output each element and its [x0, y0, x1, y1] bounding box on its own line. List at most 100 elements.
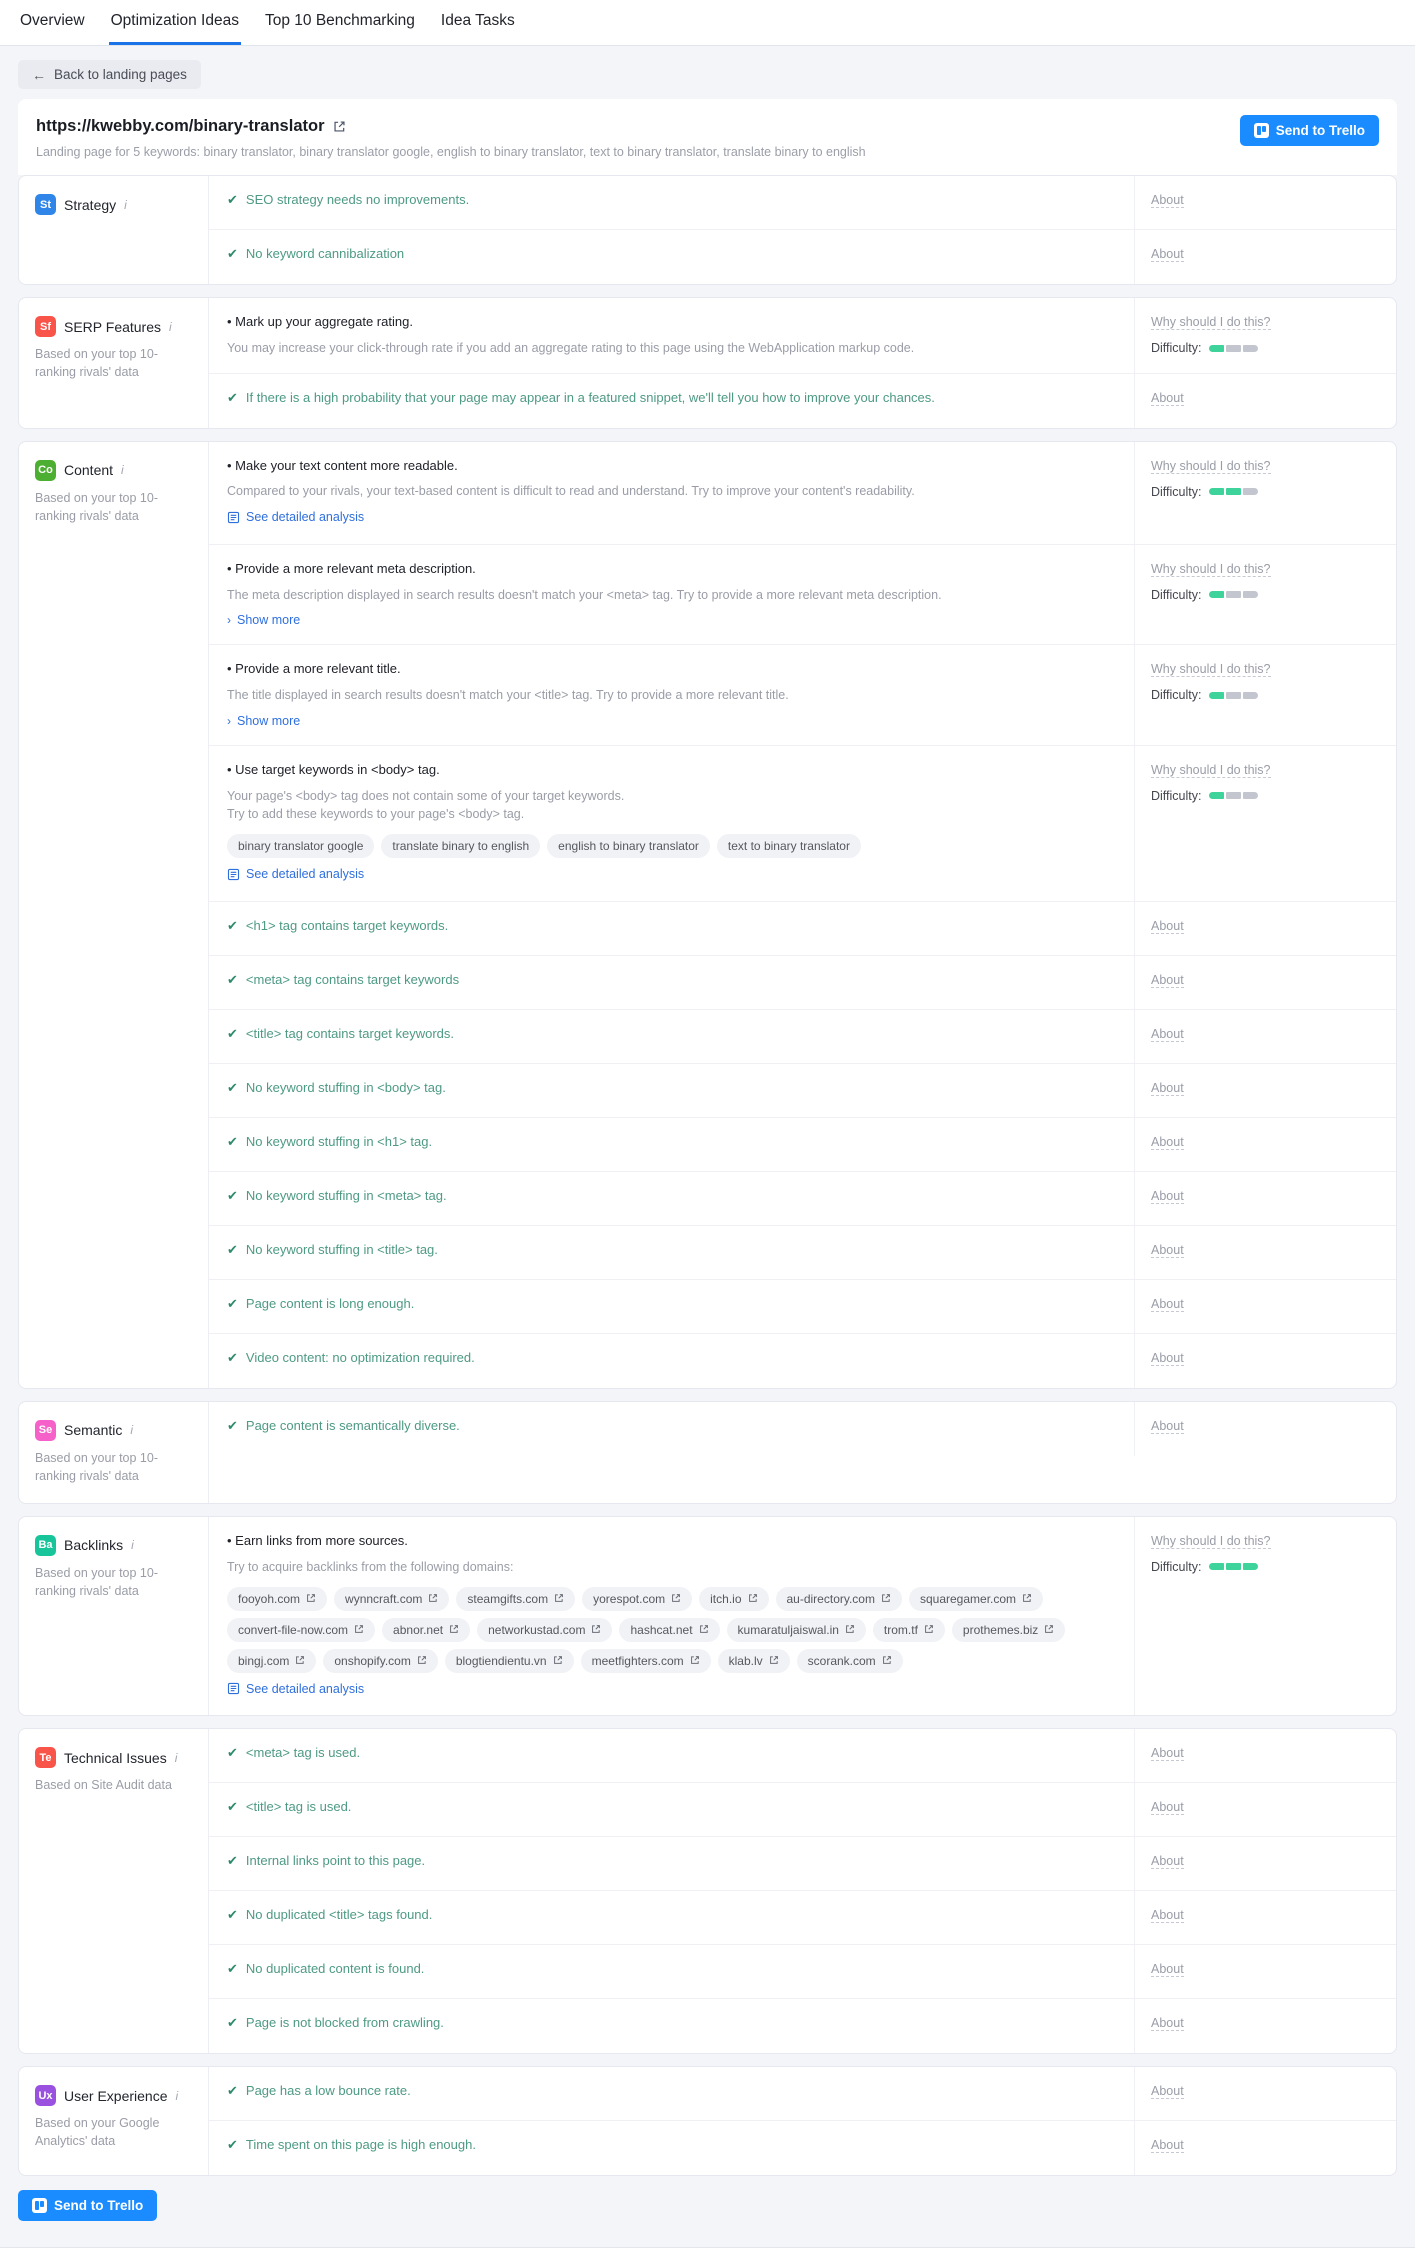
why-should-i-do-this-link[interactable]: Why should I do this?	[1151, 1534, 1271, 1549]
backlink-domain-tag[interactable]: prothemes.biz	[951, 1617, 1066, 1642]
backlink-domain-tag[interactable]: yorespot.com	[582, 1586, 693, 1611]
tab-idea-tasks[interactable]: Idea Tasks	[439, 0, 517, 45]
see-detailed-analysis-link[interactable]: See detailed analysis	[227, 1682, 364, 1696]
external-link-icon	[428, 1592, 438, 1606]
check-icon: ✔	[227, 2083, 238, 2099]
about-link[interactable]: About	[1151, 1081, 1184, 1096]
section-badge-icon: Te	[35, 1747, 56, 1769]
passed-check-text: Video content: no optimization required.	[245, 1349, 475, 1365]
backlink-domain-tag[interactable]: wynncraft.com	[334, 1586, 450, 1611]
check-icon: ✔	[227, 1187, 238, 1203]
backlink-domain-tag[interactable]: networkustad.com	[477, 1617, 613, 1642]
about-link[interactable]: About	[1151, 1908, 1184, 1924]
backlink-domain-tag[interactable]: scorank.com	[796, 1648, 903, 1673]
idea-content: ✔ Page has a low bounce rate.	[209, 2067, 1134, 2120]
backlink-domain-tag[interactable]: blogtiendientu.vn	[444, 1648, 574, 1673]
info-icon[interactable]: i	[169, 321, 172, 333]
info-icon[interactable]: i	[124, 199, 127, 211]
see-detailed-analysis-link[interactable]: See detailed analysis	[227, 867, 364, 881]
show-more-link[interactable]: › Show more	[227, 714, 300, 728]
idea-description: The meta description displayed in search…	[227, 587, 942, 602]
tab-optimization-ideas[interactable]: Optimization Ideas	[108, 0, 241, 45]
about-link[interactable]: About	[1151, 247, 1184, 262]
section-title: SERP Features	[64, 318, 162, 335]
tab-top-10-benchmarking[interactable]: Top 10 Benchmarking	[263, 0, 417, 45]
idea-side-panel: About	[1134, 1063, 1396, 1117]
difficulty-segment	[1243, 344, 1259, 352]
backlink-domain-tag[interactable]: hashcat.net	[619, 1617, 720, 1642]
see-detailed-analysis-link[interactable]: See detailed analysis	[227, 510, 364, 524]
backlink-domain-tag[interactable]: fooyoh.com	[227, 1586, 328, 1611]
passed-check-text: No keyword stuffing in <meta> tag.	[245, 1187, 447, 1203]
idea-side-panel: Why should I do this? Difficulty:	[1134, 645, 1396, 745]
about-link[interactable]: About	[1151, 919, 1184, 934]
info-icon[interactable]: i	[130, 1424, 133, 1436]
idea-description: The title displayed in search results do…	[227, 688, 789, 703]
passed-check-text: Page content is long enough.	[245, 1295, 415, 1311]
backlink-domain-tag[interactable]: klab.lv	[717, 1648, 790, 1673]
backlink-domain-tag[interactable]: convert-file-now.com	[227, 1617, 376, 1642]
backlink-domain-tag[interactable]: abnor.net	[382, 1617, 471, 1642]
why-should-i-do-this-link[interactable]: Why should I do this?	[1151, 763, 1271, 778]
trello-icon	[32, 2198, 47, 2214]
backlink-domain-label: kumaratuljaiswal.in	[737, 1622, 839, 1637]
about-link[interactable]: About	[1151, 2138, 1184, 2154]
about-link[interactable]: About	[1151, 1135, 1184, 1150]
backlink-domain-tag[interactable]: trom.tf	[872, 1617, 945, 1642]
about-link[interactable]: About	[1151, 1243, 1184, 1258]
external-link-icon[interactable]	[333, 120, 346, 133]
passed-check-text: No keyword stuffing in <h1> tag.	[245, 1133, 433, 1149]
about-link[interactable]: About	[1151, 2016, 1184, 2032]
about-link[interactable]: About	[1151, 1746, 1184, 1762]
backlink-domain-tag[interactable]: au-directory.com	[775, 1586, 902, 1611]
idea-row: ✔ <meta> tag contains target keywords Abou…	[209, 955, 1396, 1010]
info-icon[interactable]: i	[131, 1539, 134, 1551]
info-icon[interactable]: i	[121, 464, 124, 476]
passed-check-text: Page content is semantically diverse.	[245, 1417, 460, 1433]
backlink-domain-tag[interactable]: steamgifts.com	[456, 1586, 576, 1611]
about-link[interactable]: About	[1151, 1189, 1184, 1204]
idea-side-panel: About	[1134, 1999, 1396, 2054]
difficulty-segment	[1209, 344, 1225, 352]
difficulty-segment	[1226, 488, 1242, 496]
tab-overview[interactable]: Overview	[18, 0, 87, 45]
send-to-trello-button-bottom[interactable]: Send to Trello	[18, 2190, 158, 2222]
send-to-trello-button-top[interactable]: Send to Trello	[1239, 115, 1379, 146]
about-link[interactable]: About	[1151, 1800, 1184, 1816]
check-icon: ✔	[227, 917, 238, 933]
why-should-i-do-this-link[interactable]: Why should I do this?	[1151, 562, 1271, 577]
backlink-domain-tag[interactable]: bingj.com	[227, 1648, 317, 1673]
difficulty-segment	[1243, 792, 1259, 800]
check-icon: ✔	[227, 2137, 238, 2153]
about-link[interactable]: About	[1151, 1351, 1184, 1366]
about-link[interactable]: About	[1151, 973, 1184, 988]
about-link[interactable]: About	[1151, 1854, 1184, 1870]
about-link[interactable]: About	[1151, 391, 1184, 406]
backlink-domain-tag[interactable]: meetfighters.com	[580, 1648, 711, 1673]
why-should-i-do-this-link[interactable]: Why should I do this?	[1151, 315, 1271, 330]
optimization-sections: St Strategy i ✔ SEO strategy needs no improv…	[0, 175, 1415, 2177]
backlink-domain-tag[interactable]: kumaratuljaiswal.in	[726, 1617, 866, 1642]
idea-content: ✔ Internal links point to this page.	[209, 1837, 1134, 1890]
about-link[interactable]: About	[1151, 1027, 1184, 1042]
about-link[interactable]: About	[1151, 1297, 1184, 1312]
about-link[interactable]: About	[1151, 193, 1184, 208]
back-to-landing-pages-button[interactable]: ← Back to landing pages	[18, 60, 201, 89]
why-should-i-do-this-link[interactable]: Why should I do this?	[1151, 662, 1271, 678]
info-icon[interactable]: i	[176, 2090, 179, 2102]
keyword-tag: translate binary to english	[381, 834, 541, 859]
idea-title: • Earn links from more sources.	[227, 1532, 1116, 1551]
passed-check-line: ✔ If there is a high probability that you…	[227, 389, 1116, 407]
backlink-domain-label: hashcat.net	[630, 1622, 693, 1637]
backlink-domain-tag[interactable]: itch.io	[699, 1586, 769, 1611]
backlink-domain-tag[interactable]: onshopify.com	[323, 1648, 438, 1673]
info-icon[interactable]: i	[175, 1752, 178, 1764]
passed-check-line: ✔ <title> tag is used.	[227, 1798, 1116, 1816]
why-should-i-do-this-link[interactable]: Why should I do this?	[1151, 459, 1271, 474]
about-link[interactable]: About	[1151, 1962, 1184, 1978]
about-link[interactable]: About	[1151, 1419, 1184, 1434]
section-title: User Experience	[64, 2087, 168, 2104]
show-more-link[interactable]: › Show more	[227, 613, 300, 627]
about-link[interactable]: About	[1151, 2084, 1184, 2100]
backlink-domain-tag[interactable]: squaregamer.com	[908, 1586, 1044, 1611]
